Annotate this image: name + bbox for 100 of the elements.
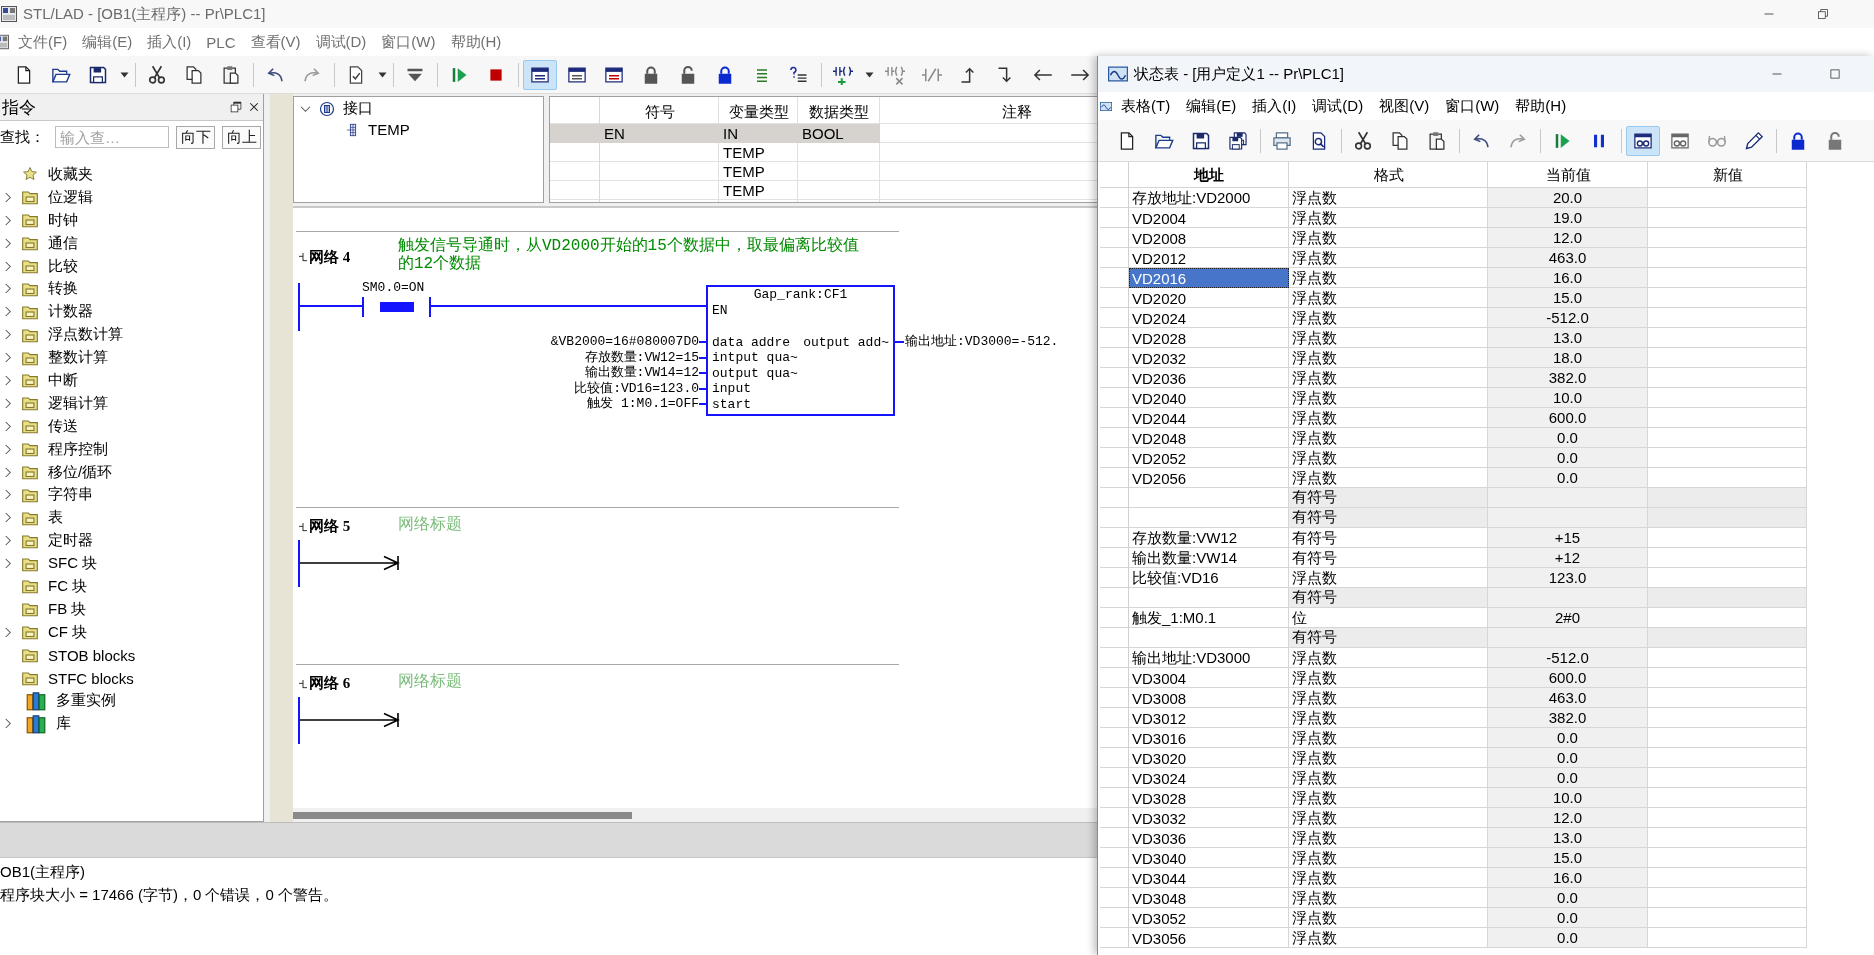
- table-cell[interactable]: VD3024: [1129, 768, 1289, 788]
- tree-item[interactable]: CF 块: [0, 620, 88, 644]
- tree-item[interactable]: 转换: [0, 277, 78, 301]
- tree-item[interactable]: 中断: [0, 369, 78, 392]
- menu-item[interactable]: 窗口(W): [1437, 96, 1508, 116]
- table-cell[interactable]: VD2032: [1129, 348, 1289, 368]
- table-cell[interactable]: 存放数量:VW12: [1129, 528, 1289, 548]
- table-cell[interactable]: 存放地址:VD2000: [1129, 188, 1289, 208]
- chevron-right-icon[interactable]: [5, 558, 11, 570]
- table-cell[interactable]: VD3040: [1129, 848, 1289, 868]
- table-cell[interactable]: 输出地址:VD3000: [1129, 648, 1289, 668]
- tree-item[interactable]: 逻辑计算: [0, 391, 108, 415]
- tree-item[interactable]: 浮点数计算: [0, 323, 123, 347]
- tree-item[interactable]: 收藏夹: [0, 163, 93, 186]
- collapse-icon[interactable]: [299, 521, 307, 532]
- menu-item[interactable]: 帮助(H): [1507, 96, 1575, 116]
- tree-item[interactable]: 比较: [0, 254, 78, 278]
- collapse-icon[interactable]: [299, 252, 307, 262]
- menu-item[interactable]: 编辑(E): [74, 32, 140, 52]
- chevron-right-icon[interactable]: [5, 191, 11, 203]
- table-cell[interactable]: VD3016: [1129, 728, 1289, 748]
- table-cell[interactable]: VD2040: [1129, 388, 1289, 408]
- chevron-right-icon[interactable]: [5, 397, 11, 409]
- chevron-right-icon[interactable]: [5, 420, 11, 432]
- table-cell[interactable]: VD3044: [1129, 868, 1289, 888]
- menu-item[interactable]: PLC: [198, 33, 243, 51]
- chevron-right-icon[interactable]: [5, 718, 11, 730]
- contact-symbol[interactable]: [362, 297, 431, 317]
- tree-item[interactable]: 程序控制: [0, 437, 108, 461]
- table-cell[interactable]: VD3048: [1129, 888, 1289, 908]
- chevron-right-icon[interactable]: [5, 283, 11, 295]
- table-cell[interactable]: 输出数量:VW14: [1129, 548, 1289, 568]
- chevron-right-icon[interactable]: [5, 443, 11, 455]
- menu-item[interactable]: 调试(D): [308, 32, 374, 52]
- chevron-right-icon[interactable]: [5, 306, 11, 318]
- menu-item[interactable]: 表格(T): [1113, 96, 1179, 116]
- tree-item[interactable]: 多重实例: [0, 689, 116, 713]
- tree-item[interactable]: 通信: [0, 231, 78, 255]
- function-block[interactable]: Gap_rank:CF1 EN data addre output add~ intput qua~ output qua~ input start: [706, 285, 895, 416]
- chevron-right-icon[interactable]: [5, 237, 11, 249]
- tree-item[interactable]: 时钟: [0, 208, 78, 232]
- search-field[interactable]: 输入查…: [55, 126, 169, 148]
- menu-item[interactable]: 视图(V): [1371, 96, 1438, 116]
- tree-item[interactable]: 位逻辑: [0, 185, 93, 209]
- toolbar-button[interactable]: [523, 59, 557, 90]
- tree-item[interactable]: 整数计算: [0, 346, 108, 369]
- tree-item[interactable]: FC 块: [0, 575, 88, 598]
- chevron-down-icon[interactable]: [300, 105, 311, 112]
- tree-item[interactable]: SFC 块: [0, 552, 98, 576]
- table-cell[interactable]: VD3012: [1129, 708, 1289, 728]
- tree-item[interactable]: 计数器: [0, 300, 93, 324]
- table-cell[interactable]: VD2048: [1129, 428, 1289, 448]
- table-cell[interactable]: VD2012: [1129, 248, 1289, 268]
- table-cell[interactable]: VD3052: [1129, 908, 1289, 928]
- chevron-right-icon[interactable]: [5, 329, 11, 341]
- table-cell[interactable]: VD2044: [1129, 408, 1289, 428]
- table-cell[interactable]: VD2056: [1129, 468, 1289, 488]
- toolbar-button[interactable]: [1626, 125, 1660, 156]
- table-cell[interactable]: VD3056: [1129, 928, 1289, 948]
- chevron-right-icon[interactable]: [5, 535, 11, 547]
- chevron-right-icon[interactable]: [5, 512, 11, 524]
- menu-item[interactable]: 查看(V): [243, 32, 308, 52]
- search-button[interactable]: 向上: [222, 125, 261, 149]
- chevron-right-icon[interactable]: [5, 260, 11, 272]
- tree-item[interactable]: 传送: [0, 414, 78, 438]
- restore-icon[interactable]: [230, 101, 242, 113]
- tree-item[interactable]: FB 块: [0, 597, 87, 621]
- table-cell[interactable]: VD3036: [1129, 828, 1289, 848]
- tree-item[interactable]: 表: [0, 506, 63, 530]
- maximize-icon[interactable]: [1829, 68, 1841, 80]
- menu-item[interactable]: 插入(I): [139, 32, 199, 52]
- tree-item[interactable]: TEMP: [294, 119, 410, 140]
- tree-item[interactable]: 字符串: [0, 483, 93, 507]
- menu-item[interactable]: 编辑(E): [1178, 96, 1245, 116]
- chevron-right-icon[interactable]: [5, 214, 11, 226]
- tree-item[interactable]: 移位/循环: [0, 460, 113, 484]
- waveform-window-icon[interactable]: [1100, 101, 1112, 111]
- chevron-right-icon[interactable]: [5, 352, 11, 364]
- table-cell[interactable]: 触发_1:M0.1: [1129, 608, 1289, 628]
- menu-item[interactable]: 帮助(H): [443, 32, 509, 52]
- table-cell[interactable]: VD3032: [1129, 808, 1289, 828]
- table-cell[interactable]: VD2020: [1129, 288, 1289, 308]
- menu-item[interactable]: 插入(I): [1244, 96, 1305, 116]
- chevron-right-icon[interactable]: [5, 489, 11, 501]
- table-cell[interactable]: VD3008: [1129, 688, 1289, 708]
- table-cell[interactable]: VD2016: [1129, 268, 1289, 288]
- close-icon[interactable]: [248, 101, 260, 113]
- table-cell[interactable]: VD2004: [1129, 208, 1289, 228]
- tree-item[interactable]: 接口: [294, 98, 373, 119]
- tree-item[interactable]: STOB blocks: [0, 643, 136, 667]
- program-icon[interactable]: [0, 34, 9, 50]
- table-cell[interactable]: 比较值:VD16: [1129, 568, 1289, 588]
- menu-item[interactable]: 文件(F): [10, 32, 75, 52]
- chevron-right-icon[interactable]: [5, 374, 11, 386]
- table-cell[interactable]: VD2024: [1129, 308, 1289, 328]
- chevron-right-icon[interactable]: [5, 626, 11, 638]
- table-cell[interactable]: VD2036: [1129, 368, 1289, 388]
- table-cell[interactable]: VD2052: [1129, 448, 1289, 468]
- chevron-right-icon[interactable]: [5, 466, 11, 478]
- menu-item[interactable]: 窗口(W): [373, 32, 443, 52]
